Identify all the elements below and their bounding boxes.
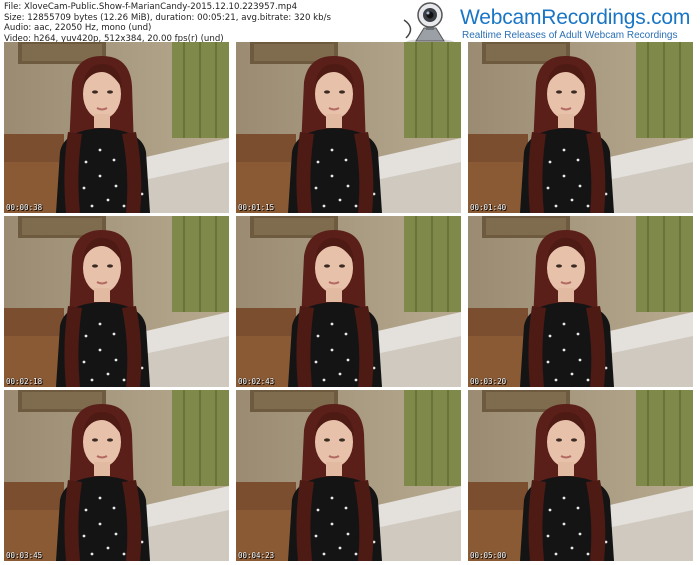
thumbnail[interactable]: 00:03:20	[468, 216, 693, 387]
timestamp: 00:00:38	[6, 203, 43, 212]
thumbnail[interactable]: 00:05:00	[468, 390, 693, 561]
thumbnail[interactable]: 00:01:40	[468, 42, 693, 213]
timestamp: 00:01:15	[238, 203, 275, 212]
webcam-icon	[403, 2, 454, 45]
audio-info: Audio: aac, 22050 Hz, mono (und)	[4, 23, 152, 34]
thumbnail[interactable]: 00:03:45	[4, 390, 229, 561]
video-frame	[236, 390, 461, 561]
video-frame	[236, 42, 461, 213]
file-name: File: XloveCam-Public.Show-f-MarianCandy…	[4, 2, 298, 12]
video-frame	[4, 42, 229, 213]
video-frame	[4, 390, 229, 561]
site-logo: WebcamRecordings.com Realtime Releases o…	[402, 2, 698, 45]
thumbnail[interactable]: 00:01:15	[236, 42, 461, 213]
thumbnail[interactable]: 00:02:18	[4, 216, 229, 387]
file-info: File: XloveCam-Public.Show-f-MarianCandy…	[4, 2, 331, 44]
video-frame	[4, 216, 229, 387]
timestamp: 00:03:45	[6, 551, 43, 560]
timestamp: 00:01:40	[470, 203, 507, 212]
timestamp: 00:04:23	[238, 551, 275, 560]
timestamp: 00:02:43	[238, 377, 275, 386]
thumbnail[interactable]: 00:00:38	[4, 42, 229, 213]
video-frame	[468, 390, 693, 561]
timestamp: 00:03:20	[470, 377, 507, 386]
video-frame	[468, 42, 693, 213]
timestamp: 00:02:18	[6, 377, 43, 386]
thumbnail[interactable]: 00:04:23	[236, 390, 461, 561]
video-frame	[468, 216, 693, 387]
video-frame	[236, 216, 461, 387]
file-size: Size: 12855709 bytes (12.26 MiB), durati…	[4, 12, 331, 23]
timestamp: 00:05:00	[470, 551, 507, 560]
logo-title: WebcamRecordings.com	[460, 6, 691, 29]
thumbnail-grid: 00:00:38 00:01:15 00:01:40 00:02:18 00:0…	[4, 42, 697, 562]
thumbnail[interactable]: 00:02:43	[236, 216, 461, 387]
logo-tagline: Realtime Releases of Adult Webcam Record…	[462, 30, 678, 41]
